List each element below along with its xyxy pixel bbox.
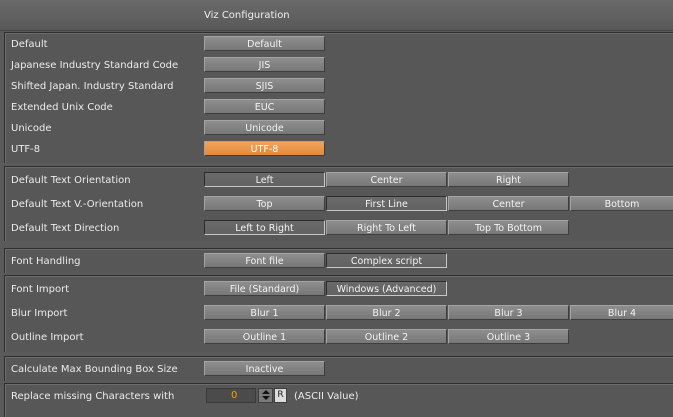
font-handling-label: Font Handling [11,256,81,267]
encoding-sjis-label: Shifted Japan. Industry Standard [11,81,174,92]
replace-missing-section: Replace missing Characters with 0 R (ASC… [4,383,673,417]
bounding-box-label: Calculate Max Bounding Box Size [11,364,178,375]
viz-configuration-window: Viz Configuration Default Default Japane… [0,0,673,417]
outline-3-button[interactable]: Outline 3 [448,329,569,344]
v-orientation-top-button[interactable]: Top [204,196,325,211]
orientation-right-button[interactable]: Right [448,172,569,187]
direction-ttb-button[interactable]: Top To Bottom [448,220,569,235]
encoding-row-default: Default Default [5,33,673,55]
encoding-jis-label: Japanese Industry Standard Code [11,60,179,71]
window-title: Viz Configuration [204,10,290,21]
import-section: Font Import File (Standard) Windows (Adv… [4,275,673,352]
encoding-row-jis: Japanese Industry Standard Code JIS [5,54,673,76]
font-file-button[interactable]: Font file [204,253,325,268]
direction-rtl-button[interactable]: Right To Left [326,220,447,235]
blur-import-label: Blur Import [11,308,68,319]
stepper-down-icon[interactable] [262,396,270,400]
encoding-unicode-label: Unicode [11,123,52,134]
outline-1-button[interactable]: Outline 1 [204,329,325,344]
bounding-box-row: Calculate Max Bounding Box Size Inactive [5,358,673,380]
complex-script-button[interactable]: Complex script [326,253,447,268]
font-import-row: Font Import File (Standard) Windows (Adv… [5,278,673,300]
title-bar: Viz Configuration [0,0,673,31]
font-import-advanced-button[interactable]: Windows (Advanced) [326,281,447,296]
outline-2-button[interactable]: Outline 2 [326,329,447,344]
text-direction-label: Default Text Direction [11,223,120,234]
text-v-orientation-label: Default Text V.-Orientation [11,199,144,210]
text-orientation-label: Default Text Orientation [11,175,131,186]
direction-ltr-button[interactable]: Left to Right [204,220,325,235]
outline-import-row: Outline Import Outline 1 Outline 2 Outli… [5,326,673,348]
font-import-label: Font Import [11,284,70,295]
encoding-euc-label: Extended Unix Code [11,102,113,113]
bounding-box-inactive-button[interactable]: Inactive [204,361,325,376]
blur-3-button[interactable]: Blur 3 [448,305,569,320]
unicode-button[interactable]: Unicode [204,120,325,135]
default-encoding-button[interactable]: Default [204,36,325,51]
euc-button[interactable]: EUC [204,99,325,114]
encoding-row-euc: Extended Unix Code EUC [5,96,673,118]
encoding-utf8-label: UTF-8 [11,144,41,155]
blur-4-button[interactable]: Blur 4 [570,305,673,320]
v-orientation-bottom-button[interactable]: Bottom [570,196,673,211]
replace-missing-row: Replace missing Characters with 0 R (ASC… [5,385,673,407]
text-v-orientation-row: Default Text V.-Orientation Top First Li… [5,193,673,215]
text-orientation-section: Default Text Orientation Left Center Rig… [4,166,673,241]
ascii-value-stepper[interactable] [258,388,273,403]
replace-missing-label: Replace missing Characters with [11,391,175,402]
text-direction-row: Default Text Direction Left to Right Rig… [5,217,673,239]
blur-2-button[interactable]: Blur 2 [326,305,447,320]
orientation-center-button[interactable]: Center [326,172,447,187]
orientation-left-button[interactable]: Left [204,172,325,187]
ascii-value-input[interactable]: 0 [206,388,256,403]
stepper-up-icon[interactable] [262,390,270,394]
v-orientation-center-button[interactable]: Center [448,196,569,211]
font-import-standard-button[interactable]: File (Standard) [204,281,325,296]
v-orientation-first-line-button[interactable]: First Line [326,196,447,211]
blur-1-button[interactable]: Blur 1 [204,305,325,320]
utf8-button[interactable]: UTF-8 [204,141,325,156]
encoding-row-unicode: Unicode Unicode [5,117,673,139]
font-handling-row: Font Handling Font file Complex script [5,250,673,272]
encoding-row-sjis: Shifted Japan. Industry Standard SJIS [5,75,673,97]
ascii-value-unit: (ASCII Value) [294,391,359,402]
bounding-box-section: Calculate Max Bounding Box Size Inactive [4,356,673,381]
text-orientation-row: Default Text Orientation Left Center Rig… [5,169,673,191]
outline-import-label: Outline Import [11,332,84,343]
encoding-section: Default Default Japanese Industry Standa… [4,32,673,163]
encoding-row-utf8: UTF-8 UTF-8 [5,138,673,160]
jis-button[interactable]: JIS [204,57,325,72]
font-handling-section: Font Handling Font file Complex script [4,248,673,273]
encoding-default-label: Default [11,39,48,50]
blur-import-row: Blur Import Blur 1 Blur 2 Blur 3 Blur 4 [5,302,673,324]
reset-button[interactable]: R [274,388,287,403]
sjis-button[interactable]: SJIS [204,78,325,93]
